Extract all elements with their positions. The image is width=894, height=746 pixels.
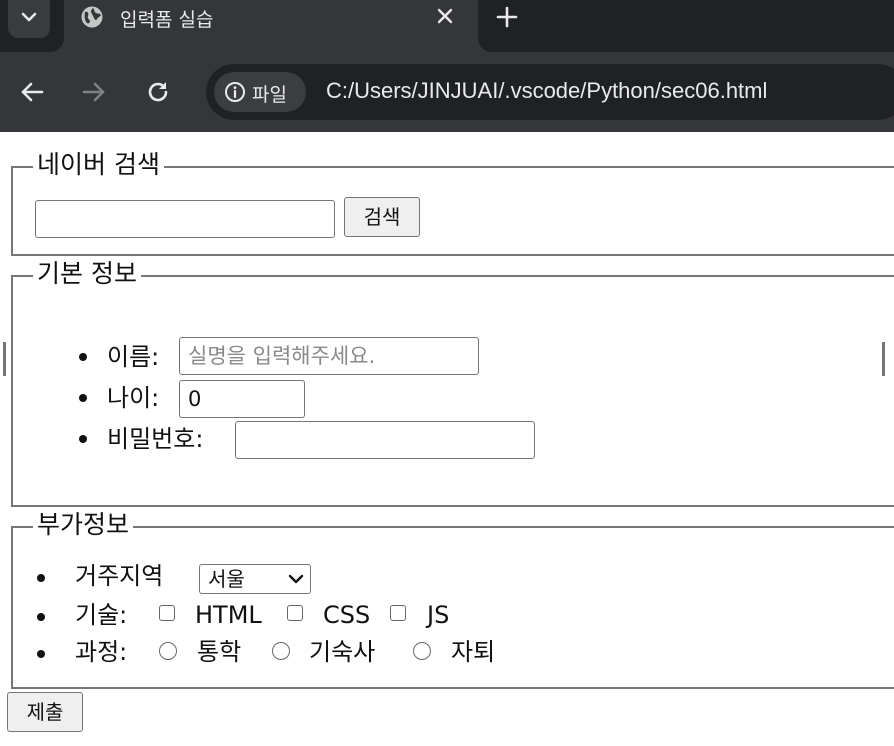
bullet xyxy=(37,613,45,621)
forward-arrow-icon[interactable] xyxy=(80,78,108,106)
close-icon[interactable] xyxy=(434,5,456,27)
info-icon xyxy=(225,82,245,102)
search-input[interactable] xyxy=(35,200,335,238)
radio-commute[interactable] xyxy=(159,642,177,660)
chevron-down-icon xyxy=(288,574,304,584)
back-arrow-icon[interactable] xyxy=(18,78,46,106)
tab-bar: 입력폼 실습 xyxy=(0,0,894,52)
password-input[interactable] xyxy=(235,421,535,459)
course-label-dormitory: 기숙사 xyxy=(309,638,376,666)
skill-label-js: JS xyxy=(427,601,450,629)
bullet xyxy=(79,394,87,402)
resize-handle-left xyxy=(3,342,6,376)
submit-button[interactable]: 제출 xyxy=(7,692,83,732)
name-label: 이름: xyxy=(107,343,160,371)
course-label-commute: 통학 xyxy=(197,638,242,666)
skill-label-html: HTML xyxy=(195,601,262,629)
name-placeholder: 실명을 입력해주세요. xyxy=(188,344,376,368)
course-label-dropout: 자퇴 xyxy=(451,638,496,666)
course-label: 과정: xyxy=(75,638,128,666)
skill-label-css: CSS xyxy=(323,601,371,629)
basic-info-fieldset: 기본 정보 이름: 실명을 입력해주세요. 나이: 0 비밀번호: xyxy=(11,257,894,507)
extra-info-fieldset: 부가정보 거주지역 서울 기술: HTML CSS JS 과정: 통학 기숙사 … xyxy=(11,508,894,689)
region-select[interactable]: 서울 xyxy=(199,564,311,594)
resize-handle-right xyxy=(882,342,885,376)
address-bar[interactable]: 파일 C:/Users/JINJUAI/.vscode/Python/sec06… xyxy=(206,64,894,120)
password-label: 비밀번호: xyxy=(107,425,204,453)
url-text[interactable]: C:/Users/JINJUAI/.vscode/Python/sec06.ht… xyxy=(326,78,767,104)
reload-icon[interactable] xyxy=(144,78,172,106)
radio-dropout[interactable] xyxy=(413,642,431,660)
extra-info-legend: 부가정보 xyxy=(33,508,134,542)
skills-label: 기술: xyxy=(75,601,128,629)
active-tab[interactable]: 입력폼 실습 xyxy=(50,0,492,52)
search-button[interactable]: 검색 xyxy=(344,197,420,237)
site-chip-label: 파일 xyxy=(252,84,287,106)
naver-search-legend: 네이버 검색 xyxy=(33,148,164,182)
bullet xyxy=(79,353,87,361)
globe-icon xyxy=(81,6,103,28)
region-label: 거주지역 xyxy=(75,562,164,590)
region-selected-value: 서울 xyxy=(208,567,245,591)
checkbox-js[interactable] xyxy=(390,605,406,621)
chevron-down-icon xyxy=(21,12,37,22)
bullet xyxy=(37,650,45,658)
tab-search-button[interactable] xyxy=(8,0,50,38)
checkbox-html[interactable] xyxy=(159,605,175,621)
browser-toolbar: 파일 C:/Users/JINJUAI/.vscode/Python/sec06… xyxy=(0,52,894,132)
checkbox-css[interactable] xyxy=(287,605,303,621)
basic-info-legend: 기본 정보 xyxy=(33,257,141,291)
tab-title: 입력폼 실습 xyxy=(120,9,214,31)
radio-dormitory[interactable] xyxy=(272,642,290,660)
plus-icon[interactable] xyxy=(494,4,520,30)
age-label: 나이: xyxy=(107,384,160,412)
name-input[interactable]: 실명을 입력해주세요. xyxy=(179,337,479,375)
naver-search-fieldset: 네이버 검색 검색 xyxy=(11,148,894,256)
age-input[interactable]: 0 xyxy=(179,380,305,418)
site-info-chip[interactable]: 파일 xyxy=(214,72,306,112)
bullet xyxy=(37,574,45,582)
bullet xyxy=(79,435,87,443)
